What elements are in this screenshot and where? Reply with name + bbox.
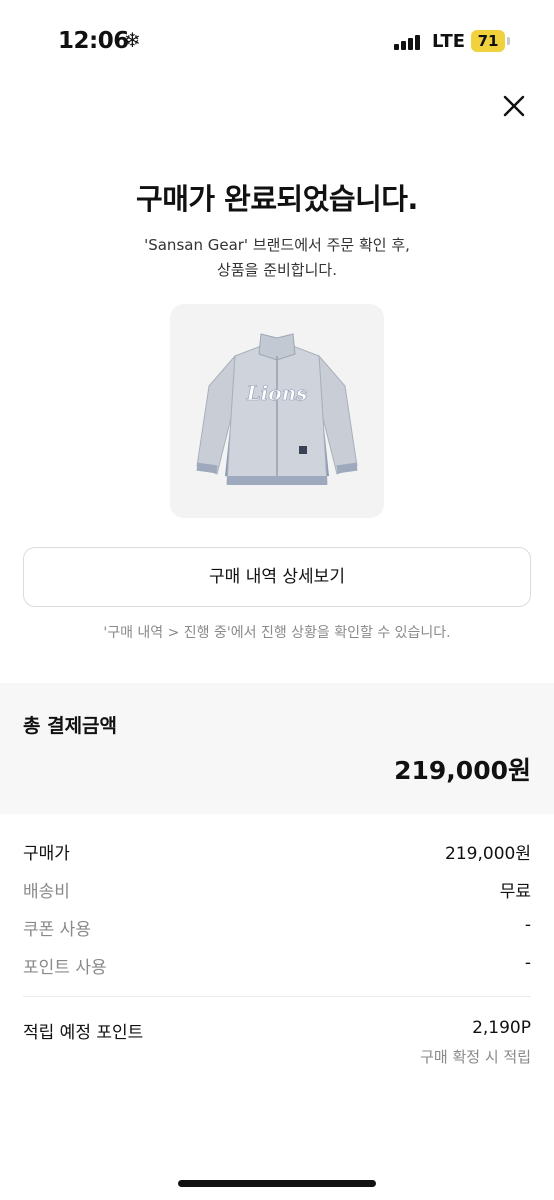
view-purchase-details-button[interactable]: 구매 내역 상세보기 [23,547,531,607]
shipping-fee-label: 배송비 [23,882,70,902]
product-card: Lions [170,304,384,518]
earned-points-note: 구매 확정 시 적립 [420,1048,531,1066]
jacket-logo-text: Lions [246,381,308,405]
points-usage-value: - [524,953,531,973]
snowflake-icon: ❄ [124,28,141,52]
page-title: 구매가 완료되었습니다. [136,182,418,216]
total-payment-label: 총 결제금액 [23,715,118,737]
battery-icon: 71 [471,30,505,52]
total-payment-value: 219,000원 [394,756,531,785]
network-type: LTE [432,31,466,52]
total-payment-section: 총 결제금액 219,000원 [0,683,554,814]
section-divider [23,996,531,997]
shipping-fee-value: 무료 [499,882,531,902]
subtitle-line-1: 'Sansan Gear' 브랜드에서 주문 확인 후, [144,236,410,254]
breakdown-row-points-used: 포인트 사용 - [23,953,531,979]
home-indicator [178,1180,376,1187]
progress-hint-text: '구매 내역 > 진행 중'에서 진행 상황을 확인할 수 있습니다. [103,625,451,641]
subtitle-line-2: 상품을 준비합니다. [217,261,337,279]
breakdown-row-purchase-price: 구매가 219,000원 [23,839,531,865]
close-button[interactable] [496,88,532,124]
purchase-price-label: 구매가 [23,844,70,864]
earned-points-row: 적립 예정 포인트 2,190P [23,1018,531,1044]
earned-points-label: 적립 예정 포인트 [23,1023,144,1043]
status-bar: 12:06 ❄ LTE 71 [0,0,554,80]
coupon-usage-label: 쿠폰 사용 [23,920,91,940]
status-time: 12:06 [58,28,129,54]
purchase-price-value: 219,000원 [445,844,531,864]
close-icon [503,95,525,117]
points-usage-label: 포인트 사용 [23,958,107,978]
breakdown-row-coupon: 쿠폰 사용 - [23,915,531,941]
jacket-product-image: Lions [196,333,358,485]
signal-icon [394,34,420,50]
earned-points-value: 2,190P [472,1018,531,1038]
breakdown-row-shipping: 배송비 무료 [23,877,531,903]
confirmation-subtitle: 'Sansan Gear' 브랜드에서 주문 확인 후, 상품을 준비합니다. [0,233,554,283]
coupon-usage-value: - [524,915,531,935]
battery-nub [507,37,510,45]
